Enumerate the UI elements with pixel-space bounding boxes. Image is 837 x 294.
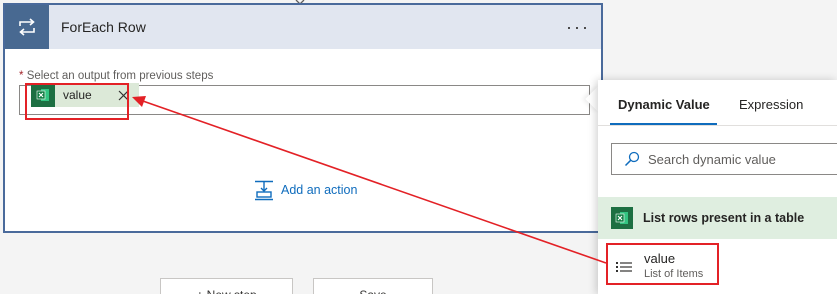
section-title: List rows present in a table bbox=[643, 211, 805, 225]
tab-dynamic-value[interactable]: Dynamic Value bbox=[618, 97, 710, 112]
loop-icon bbox=[5, 5, 49, 49]
add-an-action-button[interactable]: Add an action bbox=[253, 179, 357, 201]
add-action-icon bbox=[255, 180, 273, 201]
search-input[interactable]: Search dynamic value bbox=[611, 143, 837, 175]
card-header[interactable]: ForEach Row ··· bbox=[5, 5, 601, 49]
save-button[interactable]: Save bbox=[313, 278, 433, 294]
field-label-text: Select an output from previous steps bbox=[26, 70, 214, 82]
add-action-label: Add an action bbox=[281, 183, 358, 197]
required-mark: * bbox=[19, 70, 24, 82]
excel-icon bbox=[611, 207, 633, 229]
tab-divider bbox=[598, 125, 837, 126]
token-highlight-box bbox=[25, 83, 129, 120]
search-icon bbox=[624, 151, 640, 167]
tab-expression[interactable]: Expression bbox=[739, 97, 803, 112]
new-step-button[interactable]: + New step bbox=[160, 278, 293, 294]
section-header-list-rows[interactable]: List rows present in a table bbox=[598, 197, 837, 239]
card-title: ForEach Row bbox=[61, 19, 146, 35]
more-options-button[interactable]: ··· bbox=[563, 13, 593, 41]
field-label: * Select an output from previous steps bbox=[19, 70, 213, 82]
item-highlight-box bbox=[606, 243, 719, 285]
search-placeholder: Search dynamic value bbox=[648, 151, 776, 167]
